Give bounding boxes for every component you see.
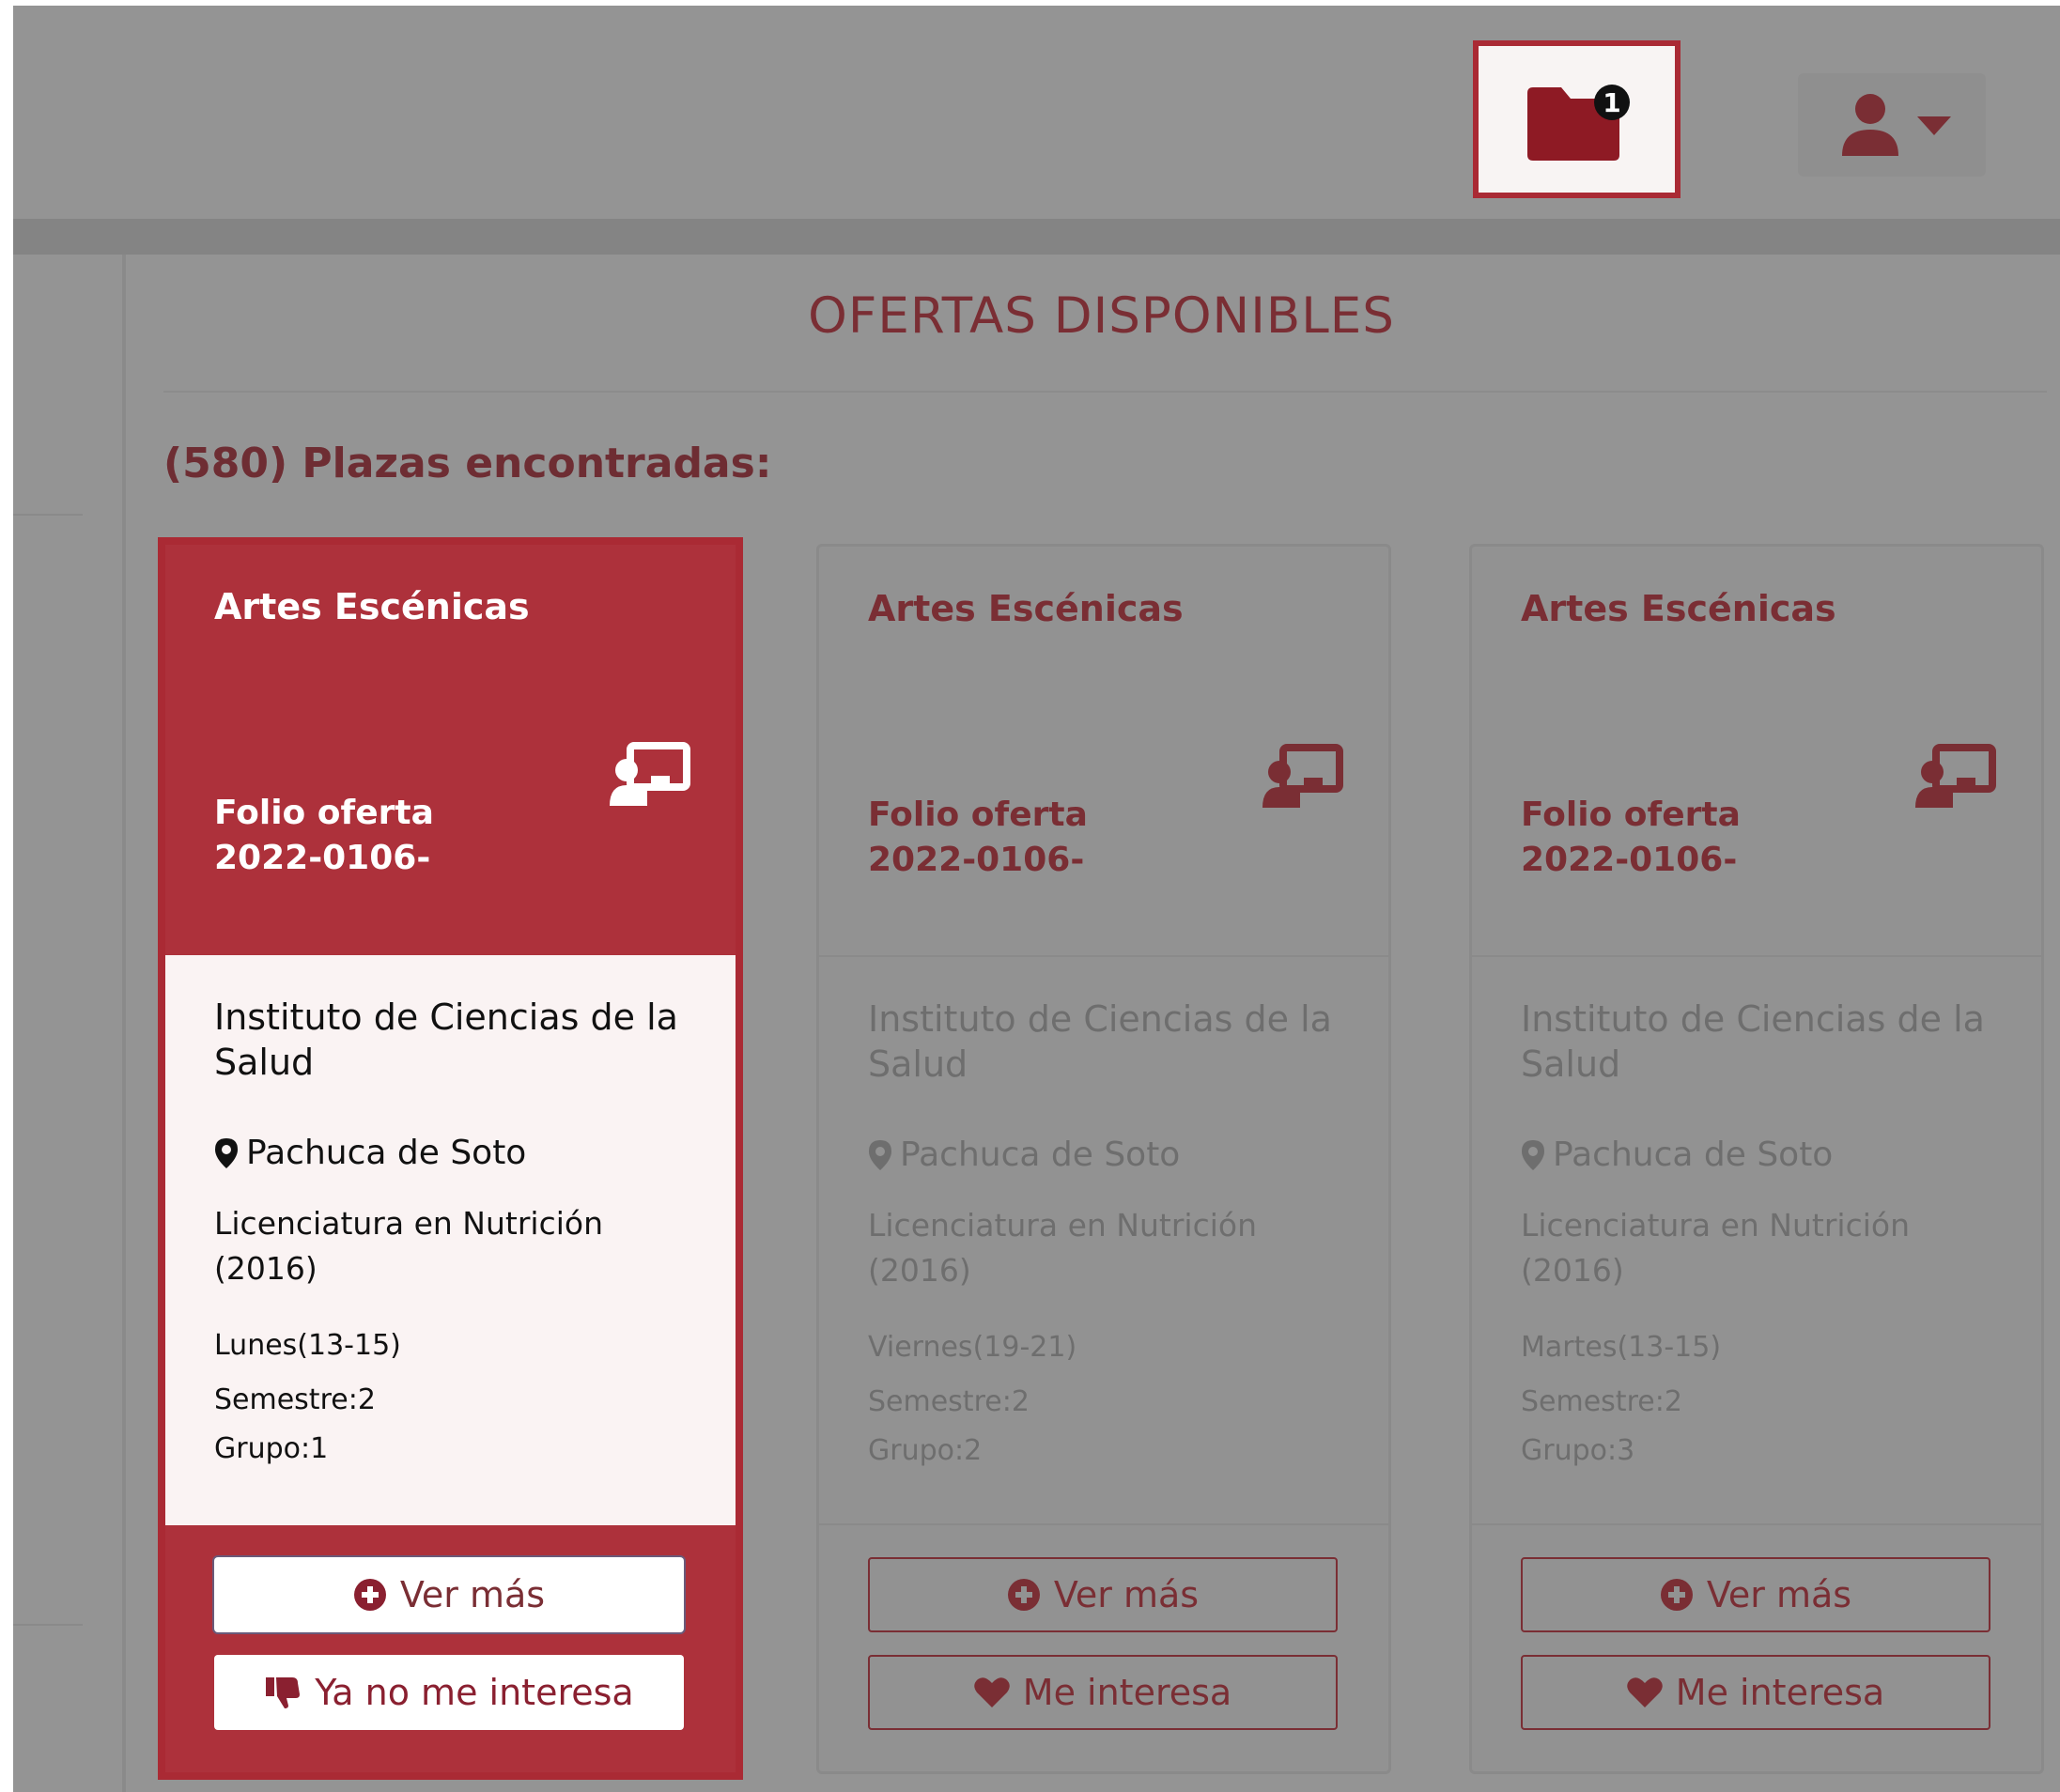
user-menu-button[interactable]: [1798, 73, 1986, 177]
card-body: Instituto de Ciencias de la Salud Pachuc…: [165, 955, 736, 1525]
institution-name: Instituto de Ciencias de la Salud: [868, 998, 1332, 1085]
user-icon: [1842, 94, 1898, 156]
heart-icon: [974, 1677, 1010, 1707]
chalkboard-teacher-icon: [610, 742, 690, 806]
card-body: Instituto de Ciencias de la Salud Pachuc…: [1472, 955, 2041, 1525]
schedule: Lunes(13-15): [214, 1329, 401, 1362]
folder-icon: 1: [1527, 85, 1630, 161]
schedule: Viernes(19-21): [868, 1331, 1077, 1364]
semester: Semestre:2: [214, 1383, 376, 1416]
location-label: Pachuca de Soto: [900, 1135, 1181, 1174]
sidebar-divider: [13, 1624, 83, 1626]
card-category: Artes Escénicas: [214, 586, 530, 627]
offer-card: Artes Escénicas Folio oferta 2022-0106- …: [816, 544, 1391, 1774]
chalkboard-teacher-icon: [1262, 744, 1343, 808]
title-divider: [163, 391, 2047, 393]
sidebar-divider: [13, 514, 83, 516]
interested-label: Me interesa: [1675, 1672, 1885, 1713]
folio-label: Folio oferta: [1521, 796, 1741, 834]
card-header: Artes Escénicas Folio oferta 2022-0106-: [819, 547, 1388, 955]
interested-button[interactable]: Me interesa: [1521, 1655, 1990, 1730]
view-more-button[interactable]: Ver más: [1521, 1557, 1990, 1632]
card-actions: Ver más Me interesa: [819, 1523, 1388, 1771]
group: Grupo:1: [214, 1432, 329, 1465]
chalkboard-teacher-icon: [1915, 744, 1996, 808]
map-marker-icon: [1522, 1140, 1544, 1170]
interested-button[interactable]: Me interesa: [868, 1655, 1338, 1730]
semester: Semestre:2: [868, 1385, 1030, 1418]
offer-card: Artes Escénicas Folio oferta 2022-0106- …: [158, 537, 743, 1780]
location: Pachuca de Soto: [1521, 1135, 1833, 1174]
sidebar: [13, 255, 126, 1792]
not-interested-button[interactable]: Ya no me interesa: [214, 1655, 684, 1730]
folio-label: Folio oferta: [868, 796, 1088, 834]
card-category: Artes Escénicas: [1521, 588, 1836, 629]
semester: Semestre:2: [1521, 1385, 1682, 1418]
view-more-label: Ver más: [399, 1574, 546, 1615]
map-marker-icon: [869, 1140, 891, 1170]
location-label: Pachuca de Soto: [246, 1134, 527, 1172]
folio-number: 2022-0106-: [214, 839, 431, 877]
location: Pachuca de Soto: [214, 1134, 526, 1172]
card-category: Artes Escénicas: [868, 588, 1184, 629]
folio-label: Folio oferta: [214, 794, 434, 832]
location-label: Pachuca de Soto: [1553, 1135, 1834, 1174]
interested-label: Me interesa: [1022, 1672, 1232, 1713]
card-body: Instituto de Ciencias de la Salud Pachuc…: [819, 955, 1388, 1525]
top-navbar: 1: [13, 6, 2060, 219]
navbar-divider: [13, 219, 2060, 255]
degree-program: Licenciatura en Nutrición (2016): [214, 1205, 603, 1287]
card-header: Artes Escénicas Folio oferta 2022-0106-: [165, 545, 736, 953]
offer-card: Artes Escénicas Folio oferta 2022-0106- …: [1469, 544, 2044, 1774]
degree-program: Licenciatura en Nutrición (2016): [1521, 1207, 1910, 1289]
card-header: Artes Escénicas Folio oferta 2022-0106-: [1472, 547, 2041, 955]
location: Pachuca de Soto: [868, 1135, 1180, 1174]
plus-circle-icon: [1007, 1579, 1040, 1611]
folio-number: 2022-0106-: [868, 841, 1085, 879]
caret-down-icon: [1917, 116, 1951, 135]
plus-circle-icon: [1660, 1579, 1693, 1611]
not-interested-label: Ya no me interesa: [315, 1672, 634, 1713]
institution-name: Instituto de Ciencias de la Salud: [1521, 998, 1985, 1085]
view-more-button[interactable]: Ver más: [868, 1557, 1338, 1632]
view-more-label: Ver más: [1053, 1574, 1200, 1615]
app-window: 1 OFERTAS DISPONIBLES (580) Plazas encon…: [13, 6, 2060, 1792]
card-actions: Ver más Me interesa: [1472, 1523, 2041, 1771]
card-folio: Folio oferta 2022-0106-: [214, 791, 434, 881]
group: Grupo:2: [868, 1434, 983, 1467]
card-folio: Folio oferta 2022-0106-: [1521, 793, 1741, 883]
schedule: Martes(13-15): [1521, 1331, 1722, 1364]
plus-circle-icon: [353, 1579, 386, 1611]
results-count: (580) Plazas encontradas:: [163, 440, 772, 487]
folio-number: 2022-0106-: [1521, 841, 1738, 879]
selected-offers-button[interactable]: 1: [1473, 40, 1681, 198]
institution-name: Instituto de Ciencias de la Salud: [214, 996, 678, 1083]
card-actions: Ver más Ya no me interesa: [165, 1525, 736, 1772]
thumbs-down-icon: [266, 1677, 301, 1708]
heart-icon: [1627, 1677, 1663, 1707]
notification-badge: 1: [1603, 87, 1620, 118]
degree-program: Licenciatura en Nutrición (2016): [868, 1207, 1257, 1289]
card-folio: Folio oferta 2022-0106-: [868, 793, 1088, 883]
map-marker-icon: [215, 1138, 238, 1168]
view-more-label: Ver más: [1706, 1574, 1852, 1615]
page-title: OFERTAS DISPONIBLES: [808, 287, 1395, 345]
view-more-button[interactable]: Ver más: [214, 1557, 684, 1632]
group: Grupo:3: [1521, 1434, 1635, 1467]
